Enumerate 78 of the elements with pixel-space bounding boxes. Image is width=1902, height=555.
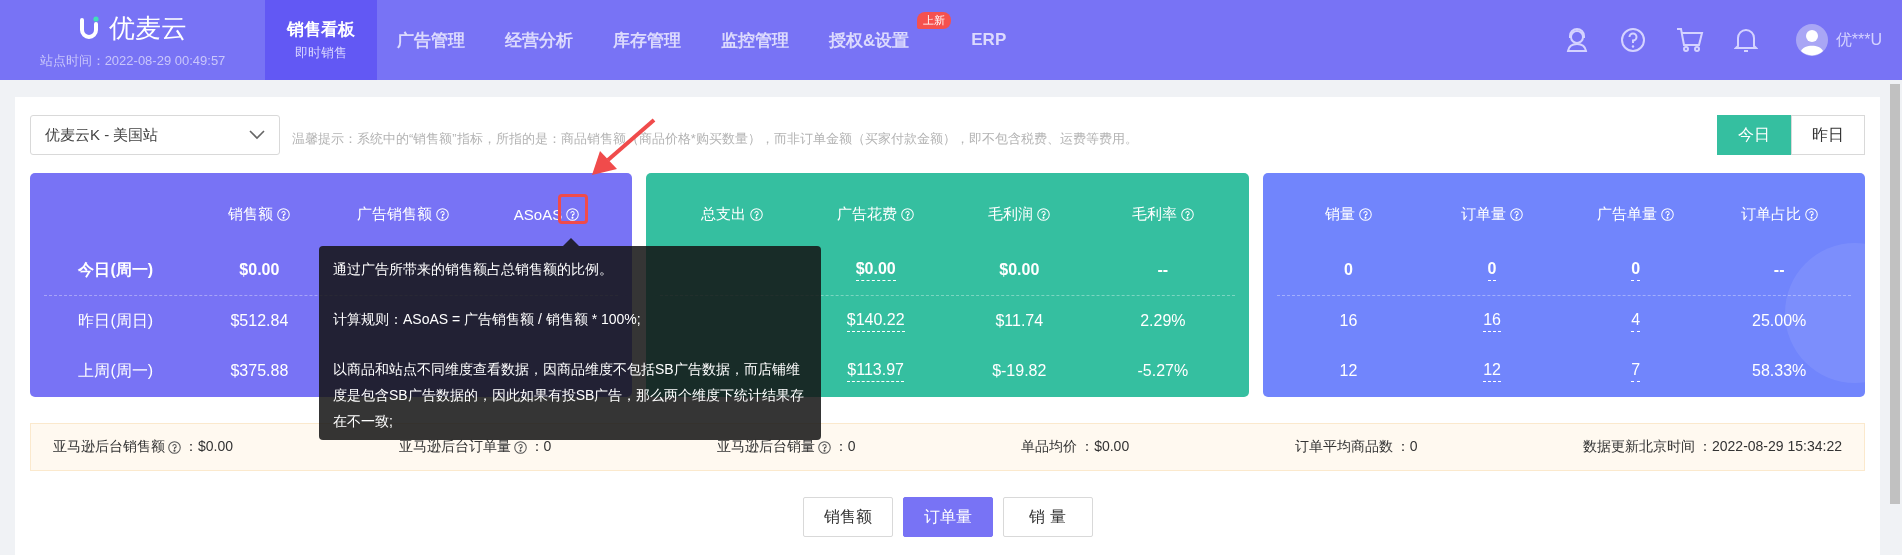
tooltip-text: 计算规则：ASoAS = 广告销售额 / 销售额 * 100%; (333, 310, 642, 329)
summary-value: ：$0.00 (184, 438, 234, 456)
value-link[interactable]: 0 (1487, 259, 1497, 281)
nav-tab[interactable]: ERP (951, 0, 1027, 80)
column-header: 广告销售额 (356, 204, 432, 224)
site-time: 站点时间：2022-08-29 00:49:57 (39, 51, 226, 70)
store-select[interactable]: 优麦云K - 美国站 (30, 115, 280, 155)
logo-text: 优麦云 (108, 11, 187, 45)
value-link[interactable]: 4 (1631, 310, 1641, 332)
metric-button[interactable]: 销 量 (1002, 497, 1093, 537)
nav-tab[interactable]: 销售看板 即时销售 (265, 0, 377, 80)
column-header: 毛利率 (1131, 204, 1177, 224)
value-link[interactable]: 0 (1631, 259, 1641, 281)
value-text: $-19.82 (992, 362, 1047, 380)
value-link[interactable]: $140.22 (846, 310, 905, 332)
user-name[interactable]: 优***U (1835, 29, 1882, 51)
nav-tab[interactable]: 监控管理 (701, 0, 809, 80)
value-link[interactable]: 16 (1483, 310, 1501, 332)
help-icon[interactable] (513, 440, 527, 454)
value-text: 25.00% (1752, 312, 1807, 330)
value-link[interactable]: 7 (1631, 360, 1641, 382)
nav-tab[interactable]: 广告管理 (377, 0, 485, 80)
value-text: $0.00 (999, 261, 1040, 279)
help-icon[interactable] (168, 440, 181, 454)
value-link[interactable]: 12 (1483, 360, 1501, 382)
column-header: 毛利润 (988, 204, 1034, 224)
value-link[interactable]: $0.00 (855, 259, 896, 281)
help-icon[interactable] (817, 440, 831, 454)
cart-icon[interactable] (1675, 27, 1704, 53)
row-label: 昨日(周日) (78, 310, 154, 331)
tooltip-text: 通过广告所带来的销售额占总销售额的比例。 (333, 260, 614, 279)
column-header: 广告单量 (1597, 204, 1658, 224)
metric-button[interactable]: 销售额 (802, 497, 893, 537)
summary-value: ：0 (1395, 438, 1418, 456)
day-toggle-button[interactable]: 昨日 (1791, 115, 1865, 155)
bell-icon[interactable] (1733, 27, 1758, 53)
scrollbar[interactable] (1890, 84, 1900, 504)
summary-label: 亚马逊后台销量 (716, 438, 815, 456)
value-text: $375.88 (230, 362, 289, 380)
summary-label: 单品均价 (1021, 438, 1078, 456)
row-label: 今日(周一) (78, 259, 154, 280)
column-header: 销量 (1324, 204, 1355, 224)
chevron-down-icon (249, 130, 265, 140)
new-badge: 上新 (917, 12, 952, 29)
value-text: 0 (1344, 261, 1353, 279)
value-text: $0.00 (239, 261, 280, 279)
summary-label: 亚马逊后台订单量 (398, 438, 511, 456)
summary-value: ：0 (529, 438, 552, 456)
nav-tab[interactable]: 库存管理 (593, 0, 701, 80)
value-text: -5.27% (1137, 362, 1189, 380)
column-header: 总支出 (701, 204, 747, 224)
summary-label: 订单平均商品数 (1294, 438, 1393, 456)
value-text: 2.29% (1140, 312, 1186, 330)
value-link[interactable]: $113.97 (847, 360, 904, 382)
summary-label: 亚马逊后台销售额 (53, 438, 165, 456)
avatar-icon[interactable] (1795, 24, 1828, 56)
nav-tab[interactable]: 授权&设置 (809, 0, 912, 80)
value-text: -- (1157, 261, 1169, 279)
column-header: 订单量 (1461, 204, 1506, 224)
summary-label: 数据更新北京时间 (1583, 438, 1695, 456)
row-label: 上周(周一) (78, 360, 154, 381)
value-text: 58.33% (1752, 362, 1807, 380)
column-header: 广告花费 (837, 204, 898, 224)
value-text: $11.74 (995, 312, 1044, 330)
value-text: 16 (1339, 312, 1358, 330)
value-text: -- (1773, 261, 1785, 279)
summary-value: ：$0.00 (1080, 438, 1130, 456)
day-toggle-button[interactable]: 今日 (1717, 115, 1791, 155)
logo-icon (78, 16, 101, 40)
column-header: 订单占比 (1740, 204, 1801, 224)
value-text: 12 (1339, 362, 1358, 380)
nav-tab[interactable]: 经营分析 (485, 0, 593, 80)
summary-value: ：2022-08-29 15:34:22 (1698, 438, 1842, 456)
value-text: $512.84 (230, 312, 289, 330)
column-header: 销售额 (228, 204, 274, 224)
summary-value: ：0 (833, 438, 856, 456)
tooltip-text: 以商品和站点不同维度查看数据，因商品维度不包括SB广告数据，而店铺维度是包含SB广告数据的，因此如果有投SB广告，那么两个维度下统计结果存在不一致; (333, 360, 806, 431)
metric-button[interactable]: 订单量 (902, 497, 993, 537)
